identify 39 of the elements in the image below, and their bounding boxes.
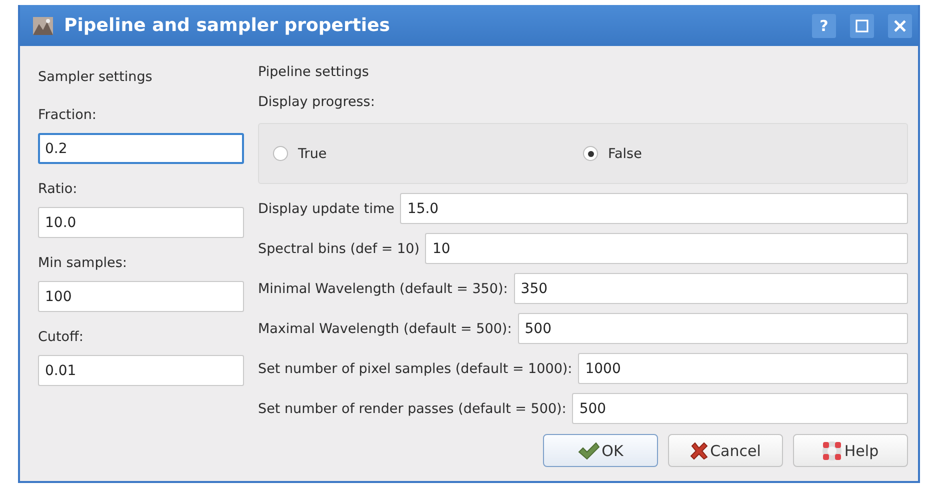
radio-button[interactable]	[583, 146, 598, 161]
close-icon	[893, 18, 907, 32]
maximize-icon	[855, 18, 869, 32]
field-label: Set number of pixel samples (default = 1000):	[258, 360, 572, 376]
text-field[interactable]: 10	[425, 233, 908, 264]
field-label: Maximal Wavelength (default = 500):	[258, 320, 512, 336]
field-label: Fraction:	[38, 106, 98, 125]
ok-button[interactable]: OK	[543, 434, 658, 467]
maximize-button[interactable]	[850, 14, 874, 38]
field-label: Display progress:	[258, 94, 376, 112]
text-field[interactable]: 350	[514, 273, 908, 304]
lifebuoy-icon	[822, 440, 842, 460]
text-field[interactable]: 0.01	[38, 355, 244, 386]
field-label: Min samples:	[38, 254, 128, 273]
radio-label: True	[298, 146, 327, 162]
text-field[interactable]: 15.0	[400, 193, 908, 224]
text-field[interactable]: 0.2	[38, 133, 244, 164]
close-button[interactable]	[888, 14, 912, 38]
x-icon	[690, 442, 708, 460]
cancel-button[interactable]: Cancel	[668, 434, 783, 467]
section-heading: Pipeline settings	[258, 64, 370, 82]
app-icon	[32, 16, 54, 36]
check-icon	[578, 442, 600, 460]
field-label: Ratio:	[38, 180, 78, 199]
radio-label: False	[608, 146, 642, 162]
text-field[interactable]: 100	[38, 281, 244, 312]
section-heading: Sampler settings	[38, 68, 154, 87]
text-field[interactable]: 1000	[578, 353, 908, 384]
field-label: Spectral bins (def = 10)	[258, 240, 420, 256]
field-label: Display update time	[258, 200, 394, 216]
field-label: Cutoff:	[38, 328, 84, 347]
help-button[interactable]: Help	[793, 434, 908, 467]
window-title: Pipeline and sampler properties	[64, 15, 392, 36]
field-label: Set number of render passes (default = 500):	[258, 400, 566, 416]
field-label: Minimal Wavelength (default = 350):	[258, 280, 508, 296]
text-field[interactable]: 500	[572, 393, 908, 424]
text-field[interactable]: 500	[518, 313, 908, 344]
text-field[interactable]: 10.0	[38, 207, 244, 238]
radio-button[interactable]	[273, 146, 288, 161]
